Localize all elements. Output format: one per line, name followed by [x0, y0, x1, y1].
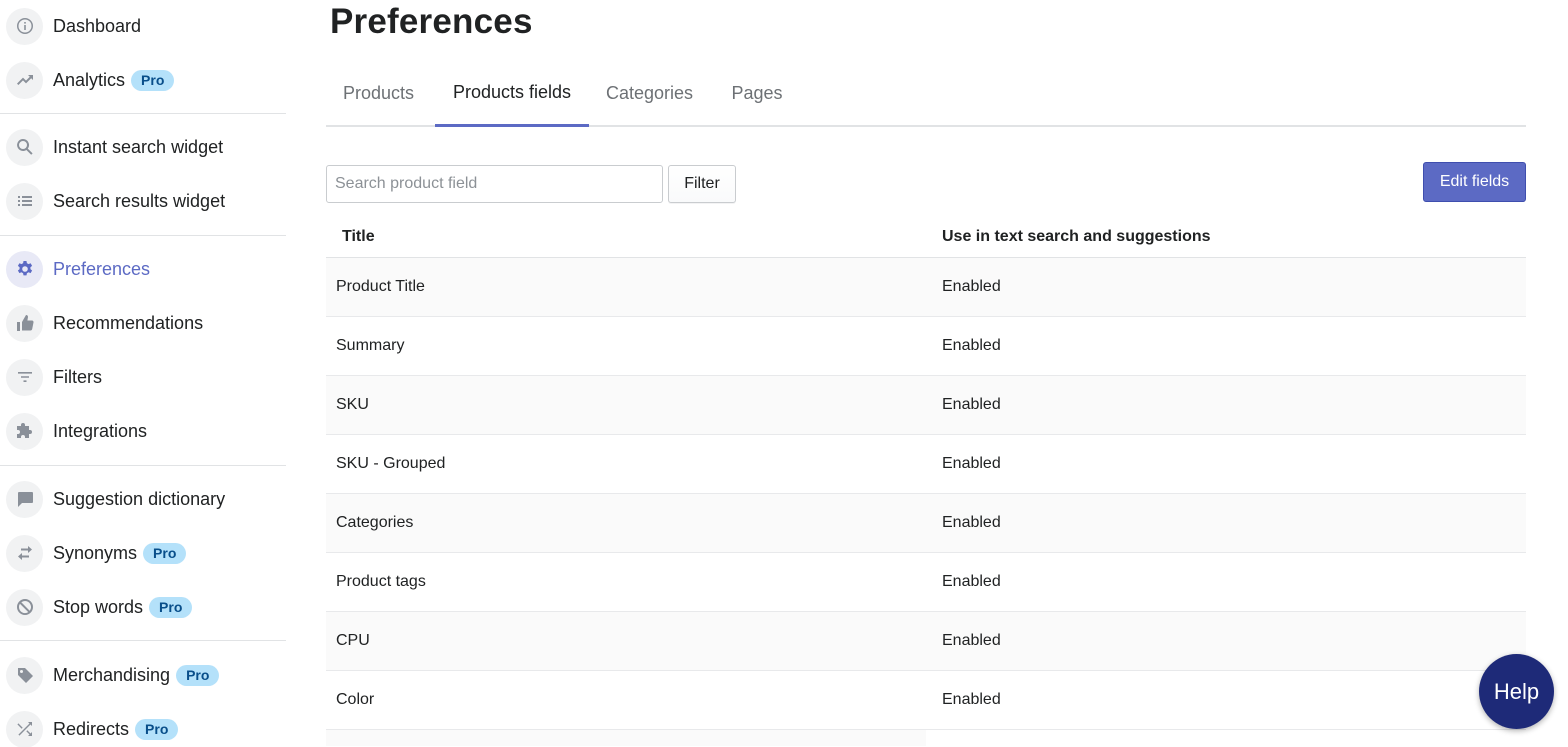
- swap-icon: [6, 534, 43, 572]
- column-header-title: Title: [342, 228, 375, 245]
- filter-icon: [6, 358, 43, 396]
- sidebar-item-instant-search-widget[interactable]: Instant search widget: [6, 128, 223, 166]
- list-icon: [6, 182, 43, 220]
- pro-badge: Pro: [135, 718, 179, 740]
- sidebar-item-label: Search results widget: [53, 190, 226, 211]
- pro-badge: Pro: [176, 664, 220, 686]
- cell-title: SKU: [336, 396, 369, 413]
- cell-use-status: Enabled: [942, 337, 1001, 354]
- shuffle-icon: [6, 710, 43, 747]
- sidebar-item-label: Redirects: [53, 718, 130, 739]
- table-header: Title Use in text search and suggestions: [326, 214, 1526, 258]
- tab-products[interactable]: Products: [326, 60, 431, 127]
- sidebar-item-label: Dashboard: [53, 15, 142, 36]
- cell-title: Color: [336, 691, 375, 708]
- tab-pages[interactable]: Pages: [719, 60, 795, 127]
- cell-title: Product Title: [336, 278, 425, 295]
- sidebar-divider: [0, 235, 286, 236]
- fields-table: Title Use in text search and suggestions…: [326, 214, 1526, 746]
- sidebar-item-synonyms[interactable]: Synonyms Pro: [6, 534, 187, 572]
- info-icon: [6, 7, 43, 45]
- chat-icon: [6, 480, 43, 518]
- sidebar-item-redirects[interactable]: Redirects Pro: [6, 710, 179, 747]
- cell-use-status: Enabled: [942, 573, 1001, 590]
- pro-badge: Pro: [143, 542, 187, 564]
- table-row[interactable]: Color Enabled: [326, 671, 1526, 730]
- help-button[interactable]: Help: [1479, 654, 1554, 729]
- sidebar: Dashboard Analytics Pro Instant search w…: [0, 0, 288, 747]
- sidebar-item-label: Filters: [53, 366, 102, 387]
- filter-button[interactable]: Filter: [668, 165, 736, 203]
- sidebar-divider: [0, 640, 286, 641]
- cell-title: SKU - Grouped: [336, 455, 446, 472]
- cell-use-status: Enabled: [942, 514, 1001, 531]
- sidebar-item-analytics[interactable]: Analytics Pro: [6, 61, 175, 99]
- tab-products-fields[interactable]: Products fields: [435, 60, 589, 127]
- search-icon: [6, 128, 43, 166]
- cell-title: Product tags: [336, 573, 426, 590]
- table-row[interactable]: Summary Enabled: [326, 317, 1526, 376]
- cell-use-status: Enabled: [942, 396, 1001, 413]
- pro-badge: Pro: [131, 69, 175, 91]
- table-row[interactable]: Categories Enabled: [326, 494, 1526, 553]
- sidebar-divider: [0, 465, 286, 466]
- sidebar-item-search-results-widget[interactable]: Search results widget: [6, 182, 225, 220]
- sidebar-item-label: Recommendations: [53, 312, 204, 333]
- gear-icon: [6, 250, 43, 288]
- sidebar-item-label: Merchandising: [53, 664, 171, 685]
- trending-up-icon: [6, 61, 43, 99]
- table-row[interactable]: SKU Enabled: [326, 376, 1526, 435]
- tag-icon: [6, 656, 43, 694]
- sidebar-item-stop-words[interactable]: Stop words Pro: [6, 588, 193, 626]
- sidebar-item-suggestion-dictionary[interactable]: Suggestion dictionary: [6, 480, 225, 518]
- sidebar-item-integrations[interactable]: Integrations: [6, 412, 147, 450]
- puzzle-icon: [6, 412, 43, 450]
- sidebar-item-label: Analytics: [53, 69, 126, 90]
- cell-use-status: Enabled: [942, 278, 1001, 295]
- cell-title: Summary: [336, 337, 405, 354]
- table-row[interactable]: SKU - Grouped Enabled: [326, 435, 1526, 494]
- sidebar-item-dashboard[interactable]: Dashboard: [6, 7, 141, 45]
- tab-bar: Products Products fields Categories Page…: [326, 60, 1526, 127]
- cell-title: CPU: [336, 632, 370, 649]
- page-title: Preferences: [330, 2, 533, 41]
- sidebar-item-label: Stop words: [53, 596, 144, 617]
- cell-use-status: Enabled: [942, 455, 1001, 472]
- block-icon: [6, 588, 43, 626]
- table-row[interactable]: Product tags Enabled: [326, 553, 1526, 612]
- cell-use-status: Enabled: [942, 632, 1001, 649]
- table-row[interactable]: CPU Enabled: [326, 612, 1526, 671]
- cell-use-status: Enabled: [942, 691, 1001, 708]
- sidebar-item-merchandising[interactable]: Merchandising Pro: [6, 656, 220, 694]
- search-input[interactable]: [326, 165, 663, 203]
- thumbs-up-icon: [6, 304, 43, 342]
- table-row[interactable]: Product Title Enabled: [326, 258, 1526, 317]
- sidebar-item-filters[interactable]: Filters: [6, 358, 102, 396]
- sidebar-item-label: Preferences: [53, 258, 151, 279]
- column-header-use-in-search: Use in text search and suggestions: [942, 228, 1211, 245]
- sidebar-divider: [0, 113, 286, 114]
- tab-categories[interactable]: Categories: [594, 60, 705, 127]
- pro-badge: Pro: [149, 596, 193, 618]
- sidebar-item-recommendations[interactable]: Recommendations: [6, 304, 203, 342]
- sidebar-item-label: Suggestion dictionary: [53, 488, 226, 509]
- edit-fields-button[interactable]: Edit fields: [1423, 162, 1526, 202]
- cell-title: Categories: [336, 514, 414, 531]
- sidebar-item-label: Integrations: [53, 420, 148, 441]
- sidebar-item-preferences[interactable]: Preferences: [6, 250, 150, 288]
- sidebar-item-label: Synonyms: [53, 542, 138, 563]
- sidebar-item-label: Instant search widget: [53, 136, 224, 157]
- table-row-partial: [326, 730, 926, 746]
